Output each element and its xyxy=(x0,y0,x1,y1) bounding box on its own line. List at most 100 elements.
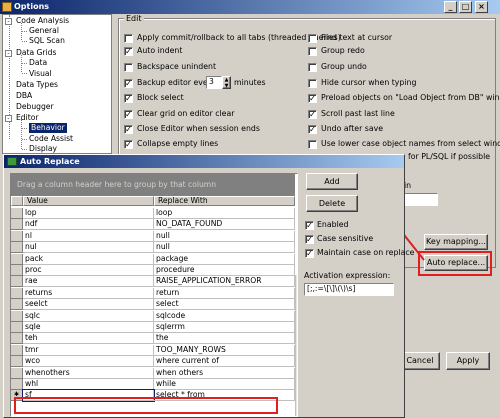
cell-value[interactable]: sqle xyxy=(23,322,154,333)
cell-replace-with[interactable]: NO_DATA_FOUND xyxy=(154,219,295,231)
spin-updown-icon[interactable]: ▲ ▼ xyxy=(222,76,231,89)
row-indicator[interactable] xyxy=(11,276,23,288)
checkbox-backspace-unindent[interactable] xyxy=(124,63,133,72)
row-indicator[interactable] xyxy=(11,344,23,356)
cell-value[interactable]: lop xyxy=(23,208,154,219)
cell-replace-with[interactable]: select xyxy=(154,299,295,311)
row-indicator[interactable] xyxy=(11,287,23,299)
tree-item-editor[interactable]: Editor xyxy=(16,113,38,123)
cell-value[interactable]: pack xyxy=(23,253,154,265)
tree-item-data-types[interactable]: Data Types xyxy=(16,80,58,90)
minimize-icon[interactable]: _ xyxy=(444,1,457,13)
table-row[interactable]: seelct select xyxy=(11,299,295,311)
row-indicator[interactable] xyxy=(11,242,23,254)
cell-value[interactable]: whl xyxy=(23,379,154,390)
tree-item-display[interactable]: Display xyxy=(29,144,57,153)
table-row[interactable]: rae RAISE_APPLICATION_ERROR xyxy=(11,276,295,288)
tree-item-data[interactable]: Data xyxy=(29,58,47,68)
cell-replace-with[interactable]: return xyxy=(154,287,295,299)
tree-item-behavior[interactable]: Behavior xyxy=(29,123,67,133)
table-row[interactable]: nl null xyxy=(11,230,295,242)
row-indicator[interactable] xyxy=(11,219,23,231)
row-indicator[interactable] xyxy=(11,208,23,219)
row-indicator[interactable] xyxy=(11,310,23,322)
table-row[interactable]: ndf NO_DATA_FOUND xyxy=(11,219,295,231)
checkbox-commit-rollback[interactable] xyxy=(124,34,133,43)
options-tree[interactable]: - Code Analysis General SQL Scan - Data … xyxy=(2,14,112,154)
delete-button[interactable]: Delete xyxy=(306,195,358,212)
table-row[interactable]: teh the xyxy=(11,333,295,345)
checkbox-group-undo[interactable] xyxy=(308,63,317,72)
tree-item-dba[interactable]: DBA xyxy=(16,91,32,101)
checkbox-lower-case[interactable] xyxy=(308,140,317,149)
row-indicator[interactable] xyxy=(11,333,23,345)
checkbox-preload-objects[interactable]: ✓ xyxy=(308,94,317,103)
cell-value[interactable]: nl xyxy=(23,230,154,242)
collapse-icon[interactable]: - xyxy=(5,18,12,25)
cell-value[interactable]: whenothers xyxy=(23,367,154,379)
close-icon[interactable]: × xyxy=(475,1,488,13)
cell-replace-with[interactable]: the xyxy=(154,333,295,345)
column-header-value[interactable]: Value xyxy=(23,196,154,206)
table-row[interactable]: proc procedure xyxy=(11,265,295,276)
checkbox-scroll-past[interactable]: ✓ xyxy=(308,110,317,119)
cell-value[interactable]: returns xyxy=(23,287,154,299)
column-header-replace-with[interactable]: Replace With xyxy=(154,196,295,206)
checkbox-maintain-case[interactable]: ✓ xyxy=(305,249,314,258)
cell-value[interactable]: wco xyxy=(23,356,154,368)
row-indicator[interactable] xyxy=(11,265,23,276)
checkbox-clear-grid[interactable]: ✓ xyxy=(124,110,133,119)
add-button[interactable]: Add xyxy=(306,173,358,190)
table-row[interactable]: nul null xyxy=(11,242,295,254)
checkbox-backup-editor[interactable]: ✓ xyxy=(124,79,133,88)
row-indicator[interactable] xyxy=(11,253,23,265)
collapse-icon[interactable]: - xyxy=(5,115,12,122)
tree-item-code-assist[interactable]: Code Assist xyxy=(29,134,73,144)
cell-replace-with[interactable]: null xyxy=(154,242,295,254)
apply-button[interactable]: Apply xyxy=(446,352,490,370)
collapse-icon[interactable]: - xyxy=(5,50,12,57)
tree-item-debugger[interactable]: Debugger xyxy=(16,102,54,112)
backup-minutes-input[interactable]: 3 xyxy=(206,76,222,89)
cell-value[interactable]: seelct xyxy=(23,299,154,311)
activation-expression-input[interactable]: [;,:=\[\]\(\)\s] xyxy=(304,283,394,296)
table-row[interactable]: sqlc sqlcode xyxy=(11,310,295,322)
cell-value[interactable]: tmr xyxy=(23,344,154,356)
cell-value[interactable]: proc xyxy=(23,265,154,276)
key-mapping-button[interactable]: Key mapping... xyxy=(424,234,488,250)
cell-value[interactable]: teh xyxy=(23,333,154,345)
cell-replace-with[interactable]: sqlerrm xyxy=(154,322,295,333)
vertical-scrollbar[interactable] xyxy=(295,275,297,416)
tree-item-data-grids[interactable]: Data Grids xyxy=(16,48,56,58)
cell-replace-with[interactable]: null xyxy=(154,230,295,242)
cell-value[interactable]: rae xyxy=(23,276,154,288)
checkbox-collapse-empty[interactable]: ✓ xyxy=(124,140,133,149)
cell-replace-with[interactable]: package xyxy=(154,253,295,265)
cancel-button[interactable]: Cancel xyxy=(400,352,440,370)
checkbox-undo-after-save[interactable]: ✓ xyxy=(308,125,317,134)
table-row[interactable]: lop loop xyxy=(11,208,295,219)
table-row[interactable]: returns return xyxy=(11,287,295,299)
table-row[interactable]: wco where current of xyxy=(11,356,295,368)
table-row[interactable]: sqle sqlerrm xyxy=(11,322,295,333)
cell-replace-with[interactable]: where current of xyxy=(154,356,295,368)
checkbox-group-redo[interactable] xyxy=(308,47,317,56)
table-row[interactable]: pack package xyxy=(11,253,295,265)
replace-grid[interactable]: Drag a column header here to group by th… xyxy=(10,173,298,417)
row-indicator[interactable] xyxy=(11,299,23,311)
cell-value[interactable]: ndf xyxy=(23,219,154,231)
tree-item-general[interactable]: General xyxy=(29,26,59,36)
row-indicator[interactable] xyxy=(11,379,23,390)
tree-item-visual[interactable]: Visual xyxy=(29,69,52,79)
tree-item-sql-scan[interactable]: SQL Scan xyxy=(29,36,65,46)
checkbox-auto-indent[interactable]: ✓ xyxy=(124,47,133,56)
table-row[interactable]: whl while xyxy=(11,379,295,390)
checkbox-find-text[interactable] xyxy=(308,34,317,43)
row-indicator[interactable] xyxy=(11,230,23,242)
row-indicator[interactable] xyxy=(11,356,23,368)
checkbox-case-sensitive[interactable]: ✓ xyxy=(305,235,314,244)
checkbox-close-editor[interactable]: ✓ xyxy=(124,125,133,134)
table-row[interactable]: whenothers when others xyxy=(11,367,295,379)
row-indicator[interactable] xyxy=(11,322,23,333)
checkbox-block-select[interactable]: ✓ xyxy=(124,94,133,103)
